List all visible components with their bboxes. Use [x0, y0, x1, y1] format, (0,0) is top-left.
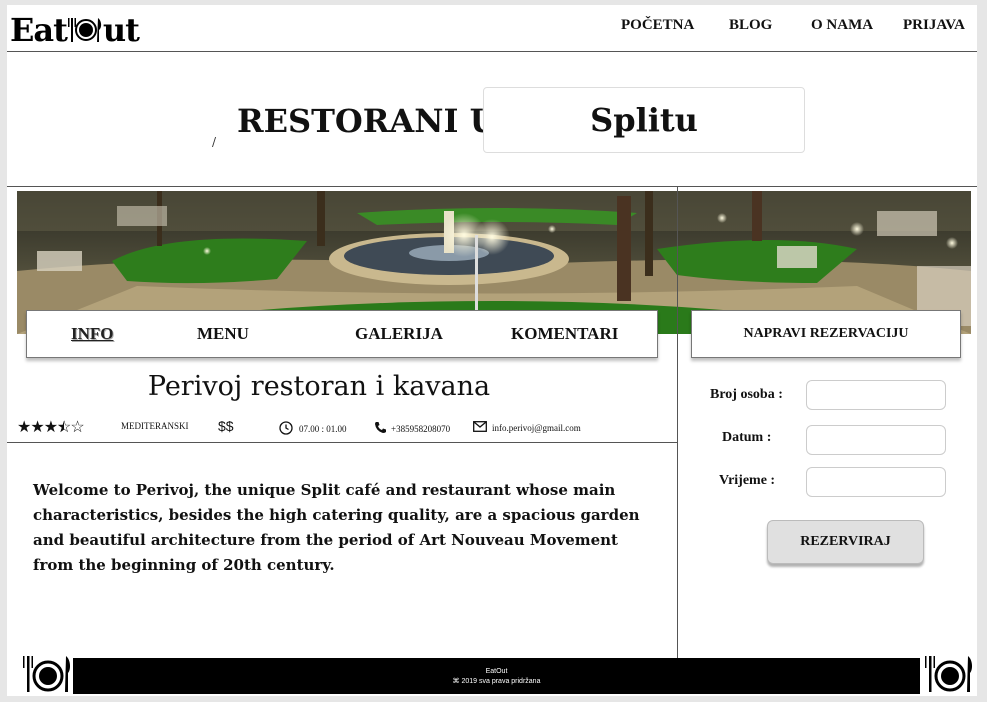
reserve-button[interactable]: REZERVIRAJ — [767, 520, 924, 564]
price-level: $$ — [218, 418, 234, 434]
hero-divider — [7, 186, 977, 187]
tab-menu[interactable]: MENU — [197, 324, 249, 344]
footer-copyright-row: ⌘ 2019 sva prava pridržana — [73, 677, 920, 687]
city-selector[interactable]: Splitu — [483, 87, 805, 153]
hours-text: 07.00 : 01.00 — [299, 424, 347, 434]
hero-title: RESTORANI U: — [237, 102, 509, 140]
persons-label: Broj osoba : — [710, 387, 783, 402]
star-filled-icon: ★ — [43, 417, 58, 436]
phone-icon — [374, 421, 387, 436]
star-empty-icon: ☆ — [70, 417, 84, 436]
nav-blog[interactable]: BLOG — [729, 17, 772, 34]
time-label: Vrijeme : — [719, 473, 776, 488]
header-divider — [7, 51, 977, 52]
plate-fork-knife-icon — [925, 656, 977, 696]
rating-stars: ★★★☆★☆ — [17, 417, 85, 436]
footer-copyright: 2019 sva prava pridržana — [461, 678, 541, 685]
nav-prijava[interactable]: PRIJAVA — [903, 17, 965, 34]
opening-hours: 07.00 : 01.00 — [279, 421, 347, 437]
page: Eat ut POČETNA BLOG O NAMA PRIJAVA / RES… — [7, 5, 977, 696]
restaurant-description: Welcome to Perivoj, the unique Split caf… — [33, 481, 640, 574]
cuisine-label: MEDITERANSKI — [121, 421, 189, 431]
make-reservation-button[interactable]: NAPRAVI REZERVACIJU — [691, 310, 961, 358]
star-filled-icon: ★ — [30, 417, 44, 436]
tab-info[interactable]: INFO — [71, 324, 114, 344]
plate-fork-knife-icon — [67, 15, 102, 45]
plate-fork-knife-icon — [23, 656, 75, 696]
nav-o-nama[interactable]: O NAMA — [811, 17, 873, 34]
time-input[interactable] — [806, 467, 946, 497]
footer-brand: EatOut — [485, 668, 508, 675]
phone-text: +385958208070 — [391, 423, 451, 434]
star-half-icon: ☆★ — [57, 417, 71, 436]
star-filled-icon: ★ — [17, 417, 31, 436]
restaurant-name: Perivoj restoran i kavana — [147, 371, 491, 402]
nav-pocetna[interactable]: POČETNA — [621, 17, 694, 34]
hero-tick-mark: / — [212, 135, 217, 149]
email-text: info.perivoj@gmail.com — [492, 422, 581, 433]
email[interactable]: info.perivoj@gmail.com — [473, 421, 581, 434]
logo[interactable]: Eat ut — [10, 11, 140, 49]
date-label: Datum : — [722, 430, 772, 445]
phone[interactable]: +385958208070 — [374, 421, 450, 436]
footer: EatOut ⌘ 2019 sva prava pridržana — [73, 658, 920, 694]
tab-bar: INFO MENU GALERIJA KOMENTARI — [26, 310, 658, 358]
envelope-icon — [473, 421, 487, 434]
tab-galerija[interactable]: GALERIJA — [355, 324, 443, 344]
logo-text-left: Eat — [10, 11, 68, 49]
date-input[interactable] — [806, 425, 946, 455]
clock-icon — [279, 421, 293, 437]
tab-komentari[interactable]: KOMENTARI — [511, 324, 618, 344]
info-divider — [7, 442, 677, 443]
persons-input[interactable] — [806, 380, 946, 410]
logo-text-right: ut — [102, 11, 140, 49]
column-divider — [677, 186, 678, 661]
